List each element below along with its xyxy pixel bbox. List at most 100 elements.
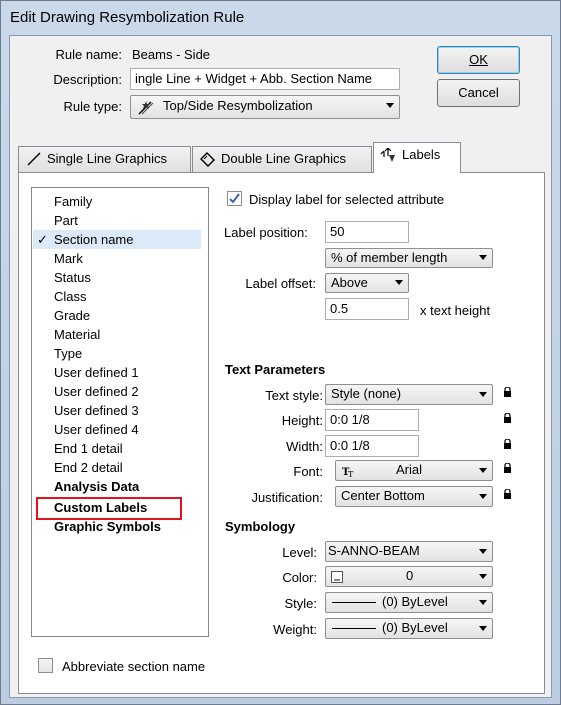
list-item[interactable]: Part: [33, 211, 201, 230]
lock-icon[interactable]: [503, 413, 512, 423]
tab-label-double-line: Double Line Graphics: [221, 151, 347, 166]
color-dropdown[interactable]: 0: [325, 566, 493, 587]
list-item[interactable]: User defined 3: [33, 401, 201, 420]
list-item[interactable]: Type: [33, 344, 201, 363]
level-dropdown[interactable]: S-ANNO-BEAM: [325, 541, 493, 562]
line-style-dropdown[interactable]: (0) ByLevel: [325, 592, 493, 613]
list-item-selected[interactable]: ✓ Section name: [33, 230, 201, 249]
abbreviate-checkbox[interactable]: [38, 658, 53, 673]
display-label-checkbox[interactable]: [227, 191, 242, 206]
tab-labels[interactable]: Labels: [373, 142, 461, 173]
list-item-label: Section name: [54, 232, 134, 247]
abbreviate-label: Abbreviate section name: [62, 659, 206, 674]
rule-name-value: Beams - Side: [132, 47, 211, 62]
list-item[interactable]: Family: [33, 192, 201, 211]
checkmark-icon: [229, 193, 240, 204]
chevron-down-icon: [479, 255, 487, 260]
label-position-label: Label position:: [224, 225, 308, 240]
list-item[interactable]: Material: [33, 325, 201, 344]
text-style-label: Text style:: [265, 388, 323, 403]
chevron-down-icon: [479, 392, 487, 397]
chevron-down-icon: [479, 600, 487, 605]
list-item[interactable]: Analysis Data: [33, 477, 201, 496]
dialog-client: Rule name: Beams - Side Description: ing…: [9, 35, 552, 698]
symbology-title: Symbology: [225, 519, 296, 534]
list-item[interactable]: End 2 detail: [33, 458, 201, 477]
chevron-down-icon: [479, 574, 487, 579]
text-style-dropdown[interactable]: Style (none): [325, 384, 493, 405]
line-weight-dropdown[interactable]: (0) ByLevel: [325, 618, 493, 639]
lock-icon[interactable]: [503, 489, 512, 499]
text-parameters-title: Text Parameters: [225, 362, 326, 377]
double-line-icon: [200, 152, 215, 167]
weight-label: Weight:: [273, 622, 317, 637]
description-label: Description:: [53, 72, 122, 87]
width-field[interactable]: 0:0 1/8: [325, 435, 419, 457]
rule-type-label: Rule type:: [63, 99, 122, 114]
style-label: Style:: [284, 596, 317, 611]
height-field[interactable]: 0:0 1/8: [325, 409, 419, 431]
cancel-button[interactable]: Cancel: [437, 79, 520, 107]
chevron-down-icon: [386, 103, 394, 108]
list-item[interactable]: User defined 1: [33, 363, 201, 382]
list-item[interactable]: Status: [33, 268, 201, 287]
chevron-down-icon: [479, 626, 487, 631]
list-item[interactable]: User defined 2: [33, 382, 201, 401]
level-label: Level:: [282, 545, 317, 560]
highlight-box: [36, 497, 182, 520]
list-item[interactable]: Class: [33, 287, 201, 306]
position-unit-dropdown[interactable]: % of member length: [325, 248, 493, 268]
description-field[interactable]: ingle Line + Widget + Abb. Section Name: [130, 68, 400, 90]
font-value: Arial: [396, 462, 423, 477]
position-unit-value: % of member length: [331, 250, 448, 265]
resymbolize-icon: [138, 101, 154, 115]
tab-label-single-line: Single Line Graphics: [47, 151, 167, 166]
chevron-down-icon: [395, 280, 403, 285]
list-item[interactable]: User defined 4: [33, 420, 201, 439]
label-position-field[interactable]: 50: [325, 221, 409, 243]
line-weight-value: (0) ByLevel: [382, 620, 448, 635]
svg-text:T: T: [348, 470, 354, 477]
offset-unit-label: x text height: [420, 303, 491, 318]
list-item[interactable]: Grade: [33, 306, 201, 325]
labels-panel: Family Part ✓ Section name Mark Status C…: [18, 172, 545, 694]
line-style-icon: [332, 602, 376, 603]
tab-single-line-graphics[interactable]: Single Line Graphics: [18, 146, 191, 172]
rule-type-value: Top/Side Resymbolization: [163, 98, 313, 113]
offset-amount-field[interactable]: 0.5: [325, 298, 409, 320]
justification-dropdown[interactable]: Center Bottom: [335, 486, 493, 507]
text-style-value: Style (none): [331, 386, 402, 401]
title-bar[interactable]: Edit Drawing Resymbolization Rule: [1, 1, 560, 35]
rule-name-label: Rule name:: [55, 47, 122, 62]
lock-icon[interactable]: [503, 439, 512, 449]
lock-icon[interactable]: [503, 463, 512, 473]
tab-double-line-graphics[interactable]: Double Line Graphics: [192, 146, 372, 172]
line-icon: [27, 152, 41, 166]
chevron-down-icon: [479, 494, 487, 499]
width-label: Width:: [286, 439, 323, 454]
rule-type-dropdown[interactable]: Top/Side Resymbolization: [130, 95, 400, 119]
label-offset-label: Label offset:: [245, 276, 316, 291]
check-icon: ✓: [37, 232, 48, 247]
tab-label-labels: Labels: [402, 147, 441, 162]
label-offset-dropdown[interactable]: Above: [325, 273, 409, 293]
ok-button[interactable]: OK: [437, 46, 520, 74]
list-item[interactable]: End 1 detail: [33, 439, 201, 458]
list-item[interactable]: Mark: [33, 249, 201, 268]
attribute-list[interactable]: Family Part ✓ Section name Mark Status C…: [31, 187, 209, 637]
chevron-down-icon: [479, 549, 487, 554]
window-title: Edit Drawing Resymbolization Rule: [10, 9, 245, 26]
display-label-text: Display label for selected attribute: [249, 192, 445, 207]
line-style-value: (0) ByLevel: [382, 594, 448, 609]
font-dropdown[interactable]: T T Arial: [335, 460, 493, 481]
lock-icon[interactable]: [503, 387, 512, 397]
ok-button-label: OK: [469, 52, 488, 67]
justification-value: Center Bottom: [341, 488, 425, 503]
color-swatch-icon: [331, 571, 343, 583]
font-label: Font:: [293, 464, 323, 479]
labels-icon: [380, 148, 395, 162]
height-label: Height:: [281, 413, 323, 428]
color-value: 0: [406, 568, 414, 583]
dialog-window: Edit Drawing Resymbolization Rule Rule n…: [0, 0, 561, 705]
label-offset-value: Above: [331, 275, 368, 290]
